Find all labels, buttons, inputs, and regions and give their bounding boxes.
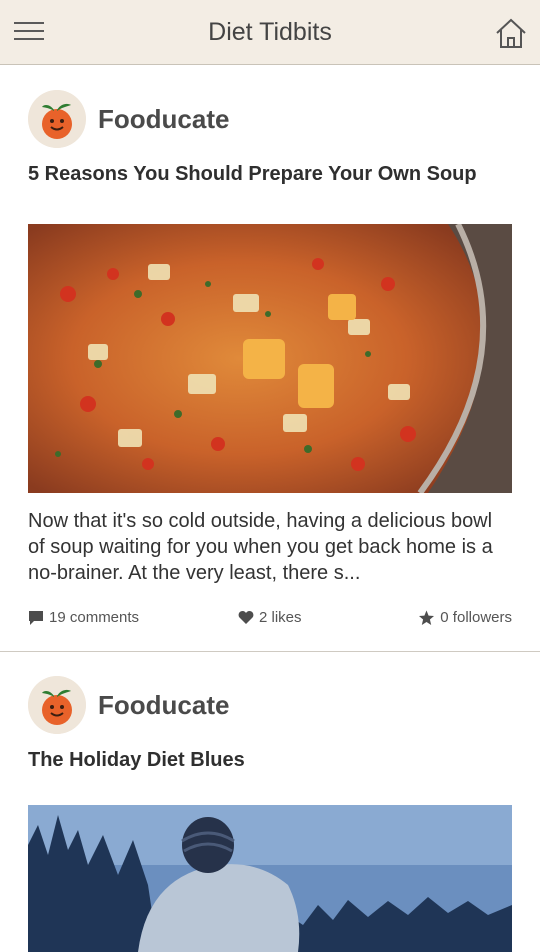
post-headline[interactable]: The Holiday Diet Blues: [28, 748, 498, 773]
post-excerpt: Now that it's so cold outside, having a …: [28, 510, 493, 584]
post-image-soup[interactable]: [28, 224, 512, 493]
post-headline[interactable]: 5 Reasons You Should Prepare Your Own So…: [28, 162, 498, 187]
post-card[interactable]: Fooducate 5 Reasons You Should Prepare Y…: [0, 66, 540, 652]
heart-icon: [238, 611, 254, 624]
followers-count: 0 followers: [440, 609, 512, 626]
comments-count: 19 comments: [49, 609, 140, 626]
page-title: Diet Tidbits: [208, 18, 332, 46]
star-icon: [419, 610, 435, 625]
followers-link[interactable]: 0 followers: [418, 609, 512, 626]
post-stats: 19 comments 2 likes 0 followers: [28, 609, 512, 629]
fooducate-logo-avatar[interactable]: [28, 90, 86, 148]
comment-icon: [29, 610, 43, 625]
post-author[interactable]: Fooducate: [98, 104, 229, 135]
post-author[interactable]: Fooducate: [98, 690, 229, 721]
likes-link[interactable]: 2 likes: [238, 609, 302, 626]
home-icon[interactable]: [494, 17, 528, 49]
feed: Fooducate 5 Reasons You Should Prepare Y…: [0, 66, 540, 952]
post-card[interactable]: Fooducate The Holiday Diet Blues: [0, 652, 540, 952]
likes-count: 2 likes: [259, 609, 302, 626]
comments-link[interactable]: 19 comments: [28, 609, 139, 626]
post-image-winter[interactable]: [28, 805, 512, 952]
fooducate-logo-avatar[interactable]: [28, 676, 86, 734]
top-bar: Diet Tidbits: [0, 0, 540, 65]
